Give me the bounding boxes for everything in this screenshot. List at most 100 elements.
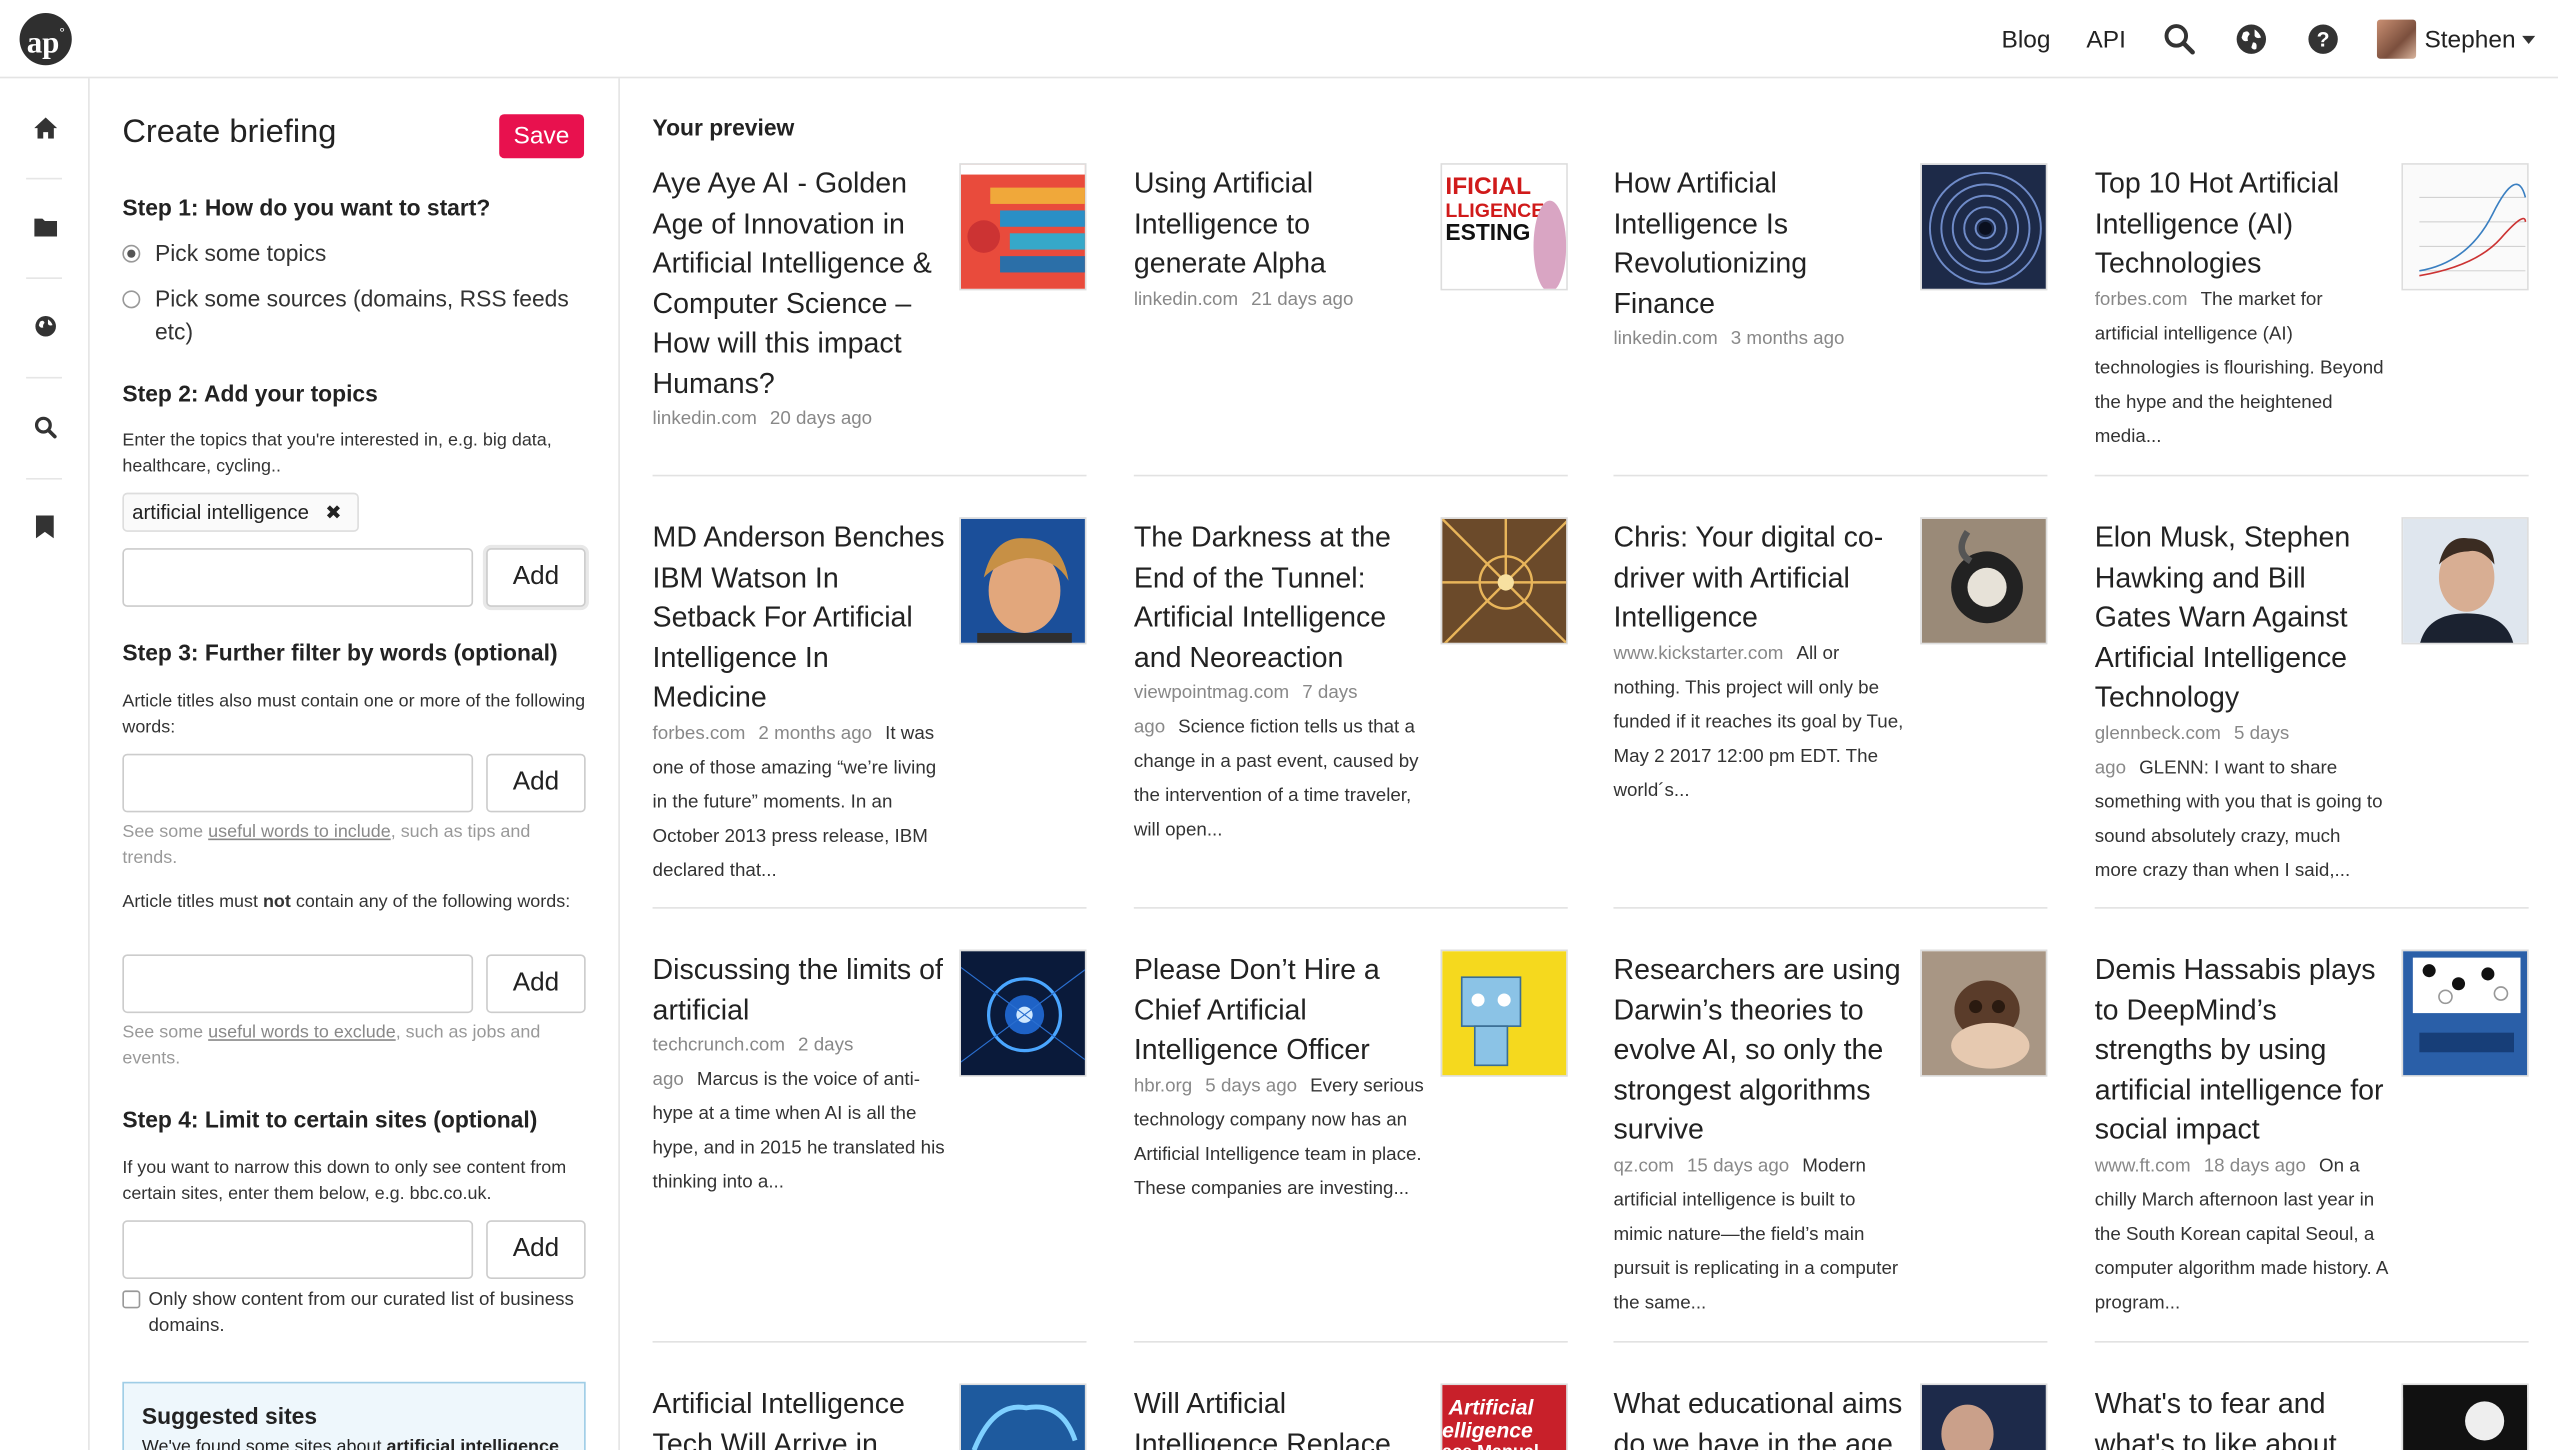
article-card[interactable]: Chris: Your digital co-driver with Artif… <box>1613 517 2048 808</box>
article-card[interactable]: Artificialelligenceace ManualWill Artifi… <box>1134 1383 1568 1450</box>
article-title[interactable]: The Darkness at the End of the Tunnel: A… <box>1134 517 1428 677</box>
article-title[interactable]: Artificial Intelligence Tech Will Arrive… <box>653 1383 947 1450</box>
article-title[interactable]: Elon Musk, Stephen Hawking and Bill Gate… <box>2095 517 2389 717</box>
card-divider <box>652 907 1087 909</box>
radio-label: Pick some sources (domains, RSS feeds et… <box>154 285 569 345</box>
user-name: Stephen <box>2424 25 2516 54</box>
article-title[interactable]: What's to fear and what's to like about <box>2095 1383 2389 1450</box>
article-source[interactable]: linkedin.com <box>653 409 757 429</box>
include-words-link[interactable]: useful words to include <box>208 822 391 842</box>
top-nav: Blog API ? Stephen <box>2002 0 2558 78</box>
article-source[interactable]: forbes.com <box>653 724 746 744</box>
article-card[interactable]: Researchers are using Darwin’s theories … <box>1613 949 2048 1320</box>
article-thumbnail[interactable] <box>1440 517 1568 645</box>
article-thumbnail[interactable] <box>1920 163 2048 291</box>
article-title[interactable]: Please Don’t Hire a Chief Artificial Int… <box>1134 949 1428 1069</box>
folder-icon[interactable] <box>0 194 90 259</box>
globe-icon[interactable] <box>2234 21 2270 57</box>
api-link[interactable]: API <box>2086 25 2125 53</box>
article-title[interactable]: Using Artificial Intelligence to generat… <box>1134 163 1428 283</box>
article-source[interactable]: techcrunch.com <box>653 1036 785 1056</box>
article-excerpt: Science fiction tells us that a change i… <box>1133 717 1419 841</box>
home-icon[interactable] <box>0 95 90 160</box>
article-source[interactable]: hbr.org <box>1134 1076 1192 1096</box>
article-title[interactable]: What educational aims do we have in the … <box>1613 1383 1907 1450</box>
article-source[interactable]: linkedin.com <box>1134 290 1238 310</box>
article-card[interactable]: Discussing the limits of artificial techc… <box>653 949 1087 1200</box>
exclude-words-link[interactable]: useful words to exclude <box>208 1023 396 1043</box>
article-card[interactable]: IFICIAL LLIGENCE ESTING Using Artificial In… <box>1134 163 1568 317</box>
article-thumbnail[interactable] <box>2401 949 2529 1077</box>
svg-text:ESTING: ESTING <box>1445 219 1530 245</box>
article-thumbnail[interactable]: Artificialelligenceace Manual <box>1440 1383 1568 1450</box>
article-source[interactable]: forbes.com <box>2095 290 2188 310</box>
sites-input[interactable] <box>122 1220 474 1280</box>
article-title[interactable]: Discussing the limits of artificial <box>653 949 947 1029</box>
article-thumbnail[interactable] <box>1920 1383 2048 1450</box>
article-source[interactable]: glennbeck.com <box>2095 724 2221 744</box>
include-words-input[interactable] <box>122 753 474 813</box>
article-thumbnail[interactable] <box>959 517 1087 645</box>
article-card[interactable]: How Artificial Intelligence Is Revolutio… <box>1613 163 2048 357</box>
remove-icon[interactable]: ✖ <box>325 501 341 524</box>
article-source[interactable]: linkedin.com <box>1613 330 1717 350</box>
article-thumbnail[interactable] <box>1920 517 2048 645</box>
add-exclude-button[interactable]: Add <box>486 954 586 1014</box>
article-title[interactable]: Researchers are using Darwin’s theories … <box>1613 949 1907 1149</box>
article-title[interactable]: MD Anderson Benches IBM Watson In Setbac… <box>653 517 947 717</box>
article-card[interactable]: What's to fear and what's to like about <box>2095 1383 2529 1450</box>
suggested-sites-text: We've found some sites about artificial … <box>141 1437 559 1450</box>
article-title[interactable]: How Artificial Intelligence Is Revolutio… <box>1613 163 1907 323</box>
article-card[interactable]: MD Anderson Benches IBM Watson In Setbac… <box>653 517 1087 888</box>
article-age: 15 days ago <box>1686 1155 1790 1176</box>
article-thumbnail[interactable] <box>1440 949 1568 1077</box>
article-title[interactable]: Chris: Your digital co-driver with Artif… <box>1613 517 1907 637</box>
radio-pick-sources[interactable]: Pick some sources (domains, RSS feeds et… <box>122 282 571 347</box>
article-thumbnail[interactable] <box>2401 517 2529 645</box>
article-thumbnail[interactable] <box>959 1383 1087 1450</box>
help-icon[interactable]: ? <box>2305 21 2341 57</box>
article-source[interactable]: www.ft.com <box>2095 1156 2191 1176</box>
article-title[interactable]: Aye Aye AI - Golden Age of Innovation in… <box>653 163 947 403</box>
article-thumbnail[interactable] <box>959 163 1087 291</box>
curated-domains-checkbox[interactable]: Only show content from our curated list … <box>122 1287 595 1339</box>
app-logo[interactable]: ap° <box>19 13 72 66</box>
article-source[interactable]: qz.com <box>1613 1156 1673 1176</box>
add-include-button[interactable]: Add <box>486 753 586 813</box>
article-card[interactable]: Please Don’t Hire a Chief Artificial Int… <box>1134 949 1568 1206</box>
article-card[interactable]: Top 10 Hot Artificial Intelligence (AI) … <box>2095 163 2529 454</box>
add-topic-button[interactable]: Add <box>486 548 586 607</box>
article-source[interactable]: www.kickstarter.com <box>1613 644 1783 664</box>
globe-icon[interactable] <box>0 294 90 359</box>
article-title[interactable]: Demis Hassabis plays to DeepMind’s stren… <box>2095 949 2389 1149</box>
article-card[interactable]: The Darkness at the End of the Tunnel: A… <box>1134 517 1568 848</box>
article-card[interactable]: Aye Aye AI - Golden Age of Innovation in… <box>653 163 1087 437</box>
article-thumbnail[interactable]: IFICIAL LLIGENCE ESTING <box>1440 163 1568 291</box>
article-thumbnail[interactable] <box>2401 1383 2529 1450</box>
checkbox-icon <box>122 1290 141 1309</box>
exclude-words-input[interactable] <box>122 954 474 1014</box>
article-card[interactable]: Demis Hassabis plays to DeepMind’s stren… <box>2095 949 2529 1320</box>
card-divider <box>1133 1341 1568 1343</box>
search-icon[interactable] <box>0 395 90 460</box>
article-card[interactable]: Elon Musk, Stephen Hawking and Bill Gate… <box>2095 517 2529 888</box>
topic-chip-label: artificial intelligence <box>132 500 309 524</box>
save-button[interactable]: Save <box>498 114 585 159</box>
article-source[interactable]: viewpointmag.com <box>1134 684 1289 704</box>
article-thumbnail[interactable] <box>959 949 1087 1077</box>
article-thumbnail[interactable] <box>2401 163 2529 291</box>
article-card[interactable]: What educational aims do we have in the … <box>1613 1383 2048 1450</box>
add-site-button[interactable]: Add <box>486 1220 586 1280</box>
user-menu[interactable]: Stephen <box>2377 19 2536 59</box>
suggested-sites-title: Suggested sites <box>141 1403 318 1430</box>
bookmark-icon[interactable] <box>0 494 90 559</box>
blog-link[interactable]: Blog <box>2002 25 2051 53</box>
article-meta: glennbeck.com 5 days ago GLENN: I want to … <box>2095 717 2389 888</box>
radio-pick-topics[interactable]: Pick some topics <box>122 237 587 270</box>
article-title[interactable]: Will Artificial Intelligence Replace <box>1134 1383 1428 1450</box>
article-card[interactable]: Artificial Intelligence Tech Will Arrive… <box>653 1383 1087 1450</box>
article-title[interactable]: Top 10 Hot Artificial Intelligence (AI) … <box>2095 163 2389 283</box>
topic-input[interactable] <box>122 548 474 607</box>
search-icon[interactable] <box>2162 21 2198 57</box>
article-thumbnail[interactable] <box>1920 949 2048 1077</box>
